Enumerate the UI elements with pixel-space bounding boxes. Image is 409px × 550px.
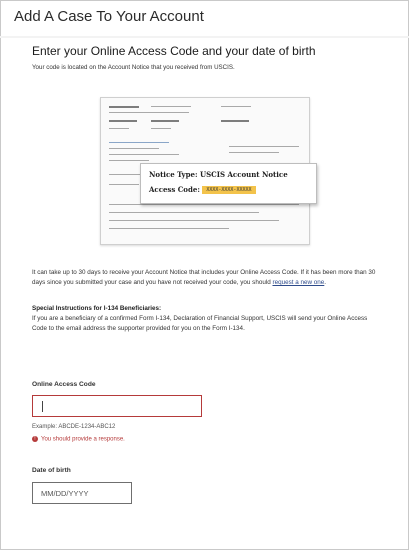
notice-line xyxy=(109,106,139,108)
notice-line xyxy=(221,120,249,122)
access-code-highlight: XXXX-XXXX-XXXXX xyxy=(202,186,256,194)
special-instructions-title: Special Instructions for I-134 Beneficia… xyxy=(32,305,162,312)
notice-line xyxy=(151,128,171,129)
text-caret xyxy=(42,401,43,412)
access-code-label: Access Code: xyxy=(149,185,200,194)
notice-line xyxy=(109,184,139,185)
notice-line xyxy=(221,106,251,107)
access-code-input[interactable] xyxy=(32,395,202,417)
request-new-code-link[interactable]: request a new one xyxy=(272,279,324,286)
notice-line xyxy=(109,112,189,113)
special-instructions: Special Instructions for I-134 Beneficia… xyxy=(32,304,384,334)
notice-callout: Notice Type: USCIS Account Notice Access… xyxy=(140,163,317,204)
access-code-row: Access Code: XXXX-XXXX-XXXXX xyxy=(149,185,256,194)
access-code-error: ! You should provide a response. xyxy=(32,436,125,443)
notice-line xyxy=(109,228,229,229)
access-code-hint: Example: ABCDE-1234-ABC12 xyxy=(32,424,116,430)
form-section: Enter your Online Access Code and your d… xyxy=(32,44,382,245)
info-end: . xyxy=(324,279,327,286)
info-paragraph: It can take up to 30 days to receive you… xyxy=(32,268,384,288)
notice-line xyxy=(109,120,137,122)
section-subtext: Your code is located on the Account Noti… xyxy=(32,64,235,71)
notice-line xyxy=(109,212,259,213)
notice-line xyxy=(151,106,191,107)
notice-type-label: Notice Type: xyxy=(149,170,198,179)
notice-type-row: Notice Type: USCIS Account Notice xyxy=(149,170,288,179)
notice-line xyxy=(109,142,169,143)
notice-line xyxy=(109,160,149,161)
dob-field-label: Date of birth xyxy=(32,467,71,474)
dob-placeholder: MM/DD/YYYY xyxy=(41,489,89,498)
access-code-field-label: Online Access Code xyxy=(32,381,96,388)
access-code-error-text: You should provide a response. xyxy=(41,436,125,443)
section-heading: Enter your Online Access Code and your d… xyxy=(32,44,316,58)
dob-input[interactable]: MM/DD/YYYY xyxy=(32,482,132,504)
title-divider xyxy=(0,36,409,38)
notice-line xyxy=(109,204,299,205)
notice-line xyxy=(229,152,279,153)
notice-line xyxy=(109,148,159,149)
notice-type-value: USCIS Account Notice xyxy=(200,170,288,179)
error-icon: ! xyxy=(32,436,38,442)
page-title: Add A Case To Your Account xyxy=(14,8,204,25)
notice-line xyxy=(151,120,179,122)
notice-line xyxy=(229,146,299,147)
notice-line xyxy=(109,154,179,155)
special-instructions-text: If you are a beneficiary of a confirmed … xyxy=(32,315,368,332)
notice-line xyxy=(109,220,279,221)
notice-line xyxy=(109,128,129,129)
